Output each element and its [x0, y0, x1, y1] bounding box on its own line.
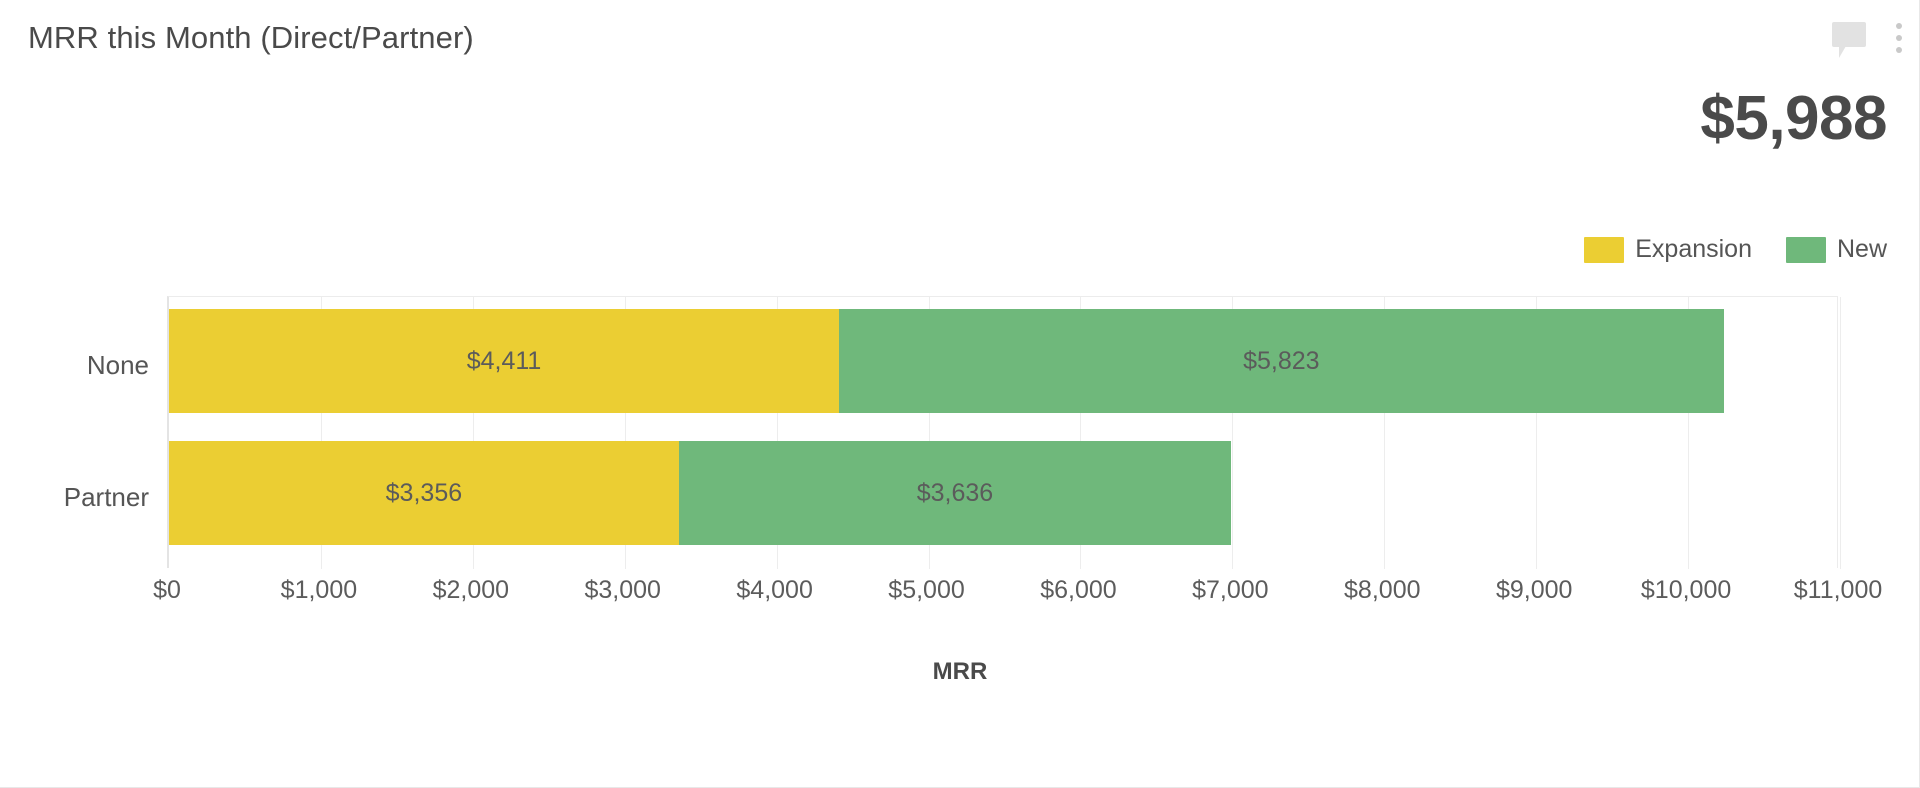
bar-value-label: $3,356: [385, 478, 463, 507]
gridline: [1840, 297, 1841, 569]
x-axis-tick-label: $2,000: [432, 576, 510, 604]
bar-row: $3,356 $3,636: [169, 441, 1232, 545]
plot-region: $4,411 $5,823 $3,356 $3,636: [167, 296, 1841, 569]
legend-swatch-expansion: [1584, 236, 1625, 263]
x-axis-tick-label: $9,000: [1495, 576, 1573, 604]
legend-item-new[interactable]: New: [1785, 235, 1887, 264]
bar-row: $4,411 $5,823: [169, 309, 1724, 413]
comment-icon[interactable]: [1832, 22, 1866, 58]
mrr-chart-card: MRR this Month (Direct/Partner) $5,988 E…: [0, 0, 1920, 788]
x-axis-tick-label: $3,000: [584, 576, 661, 604]
legend-swatch-new: [1785, 236, 1826, 263]
x-axis-tick-label: $0: [153, 576, 181, 604]
bar-segment-expansion[interactable]: $3,356: [169, 441, 679, 545]
x-axis-tick-label: $7,000: [1192, 576, 1269, 604]
x-axis-tick-label: $10,000: [1640, 576, 1732, 604]
y-axis-category-label: None: [86, 350, 149, 380]
legend-item-expansion[interactable]: Expansion: [1584, 235, 1752, 264]
legend-label-expansion: Expansion: [1635, 235, 1752, 263]
bar-value-label: $3,636: [916, 478, 994, 507]
bar-segment-new[interactable]: $3,636: [678, 441, 1232, 545]
x-axis-tick-label: $4,000: [736, 576, 813, 604]
card-header: MRR this Month (Direct/Partner): [0, 0, 1920, 76]
x-axis-tick-label: $11,000: [1793, 576, 1883, 604]
x-axis-tick-label: $1,000: [280, 576, 358, 604]
kebab-menu-icon[interactable]: [1896, 23, 1902, 53]
chart-legend: Expansion New: [1584, 235, 1887, 264]
x-axis-tick-label: $6,000: [1040, 576, 1117, 604]
x-axis-tick-label: $5,000: [888, 576, 965, 604]
y-axis-category-label: Partner: [63, 482, 149, 512]
legend-label-new: New: [1836, 235, 1887, 263]
page-title: MRR this Month (Direct/Partner): [28, 20, 474, 55]
bar-value-label: $4,411: [466, 346, 542, 375]
bar-segment-expansion[interactable]: $4,411: [169, 309, 840, 413]
bar-value-label: $5,823: [1243, 346, 1320, 375]
bar-segment-new[interactable]: $5,823: [839, 309, 1724, 413]
x-axis-title: MRR: [932, 658, 988, 685]
summary-value: $5,988: [1700, 84, 1887, 153]
x-axis-tick-label: $8,000: [1344, 576, 1421, 604]
header-actions: [1832, 22, 1902, 58]
